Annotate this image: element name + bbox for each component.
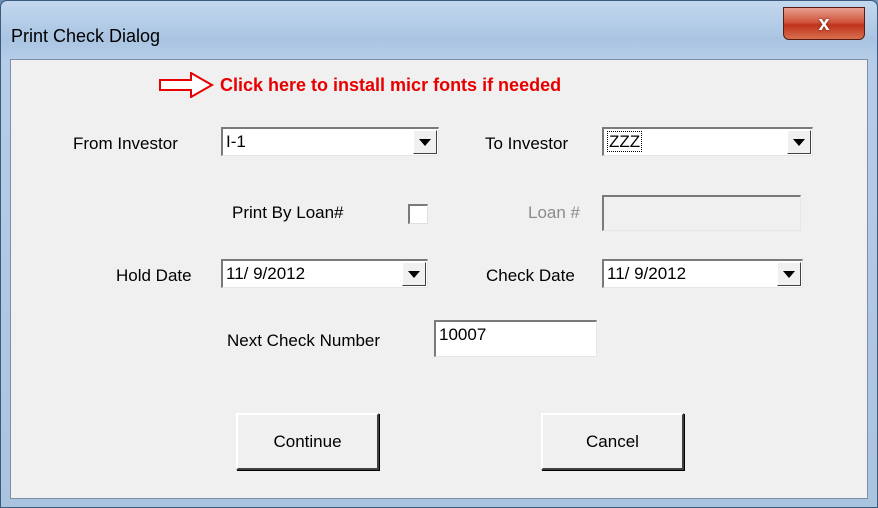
install-micr-fonts-link[interactable]: Click here to install micr fonts if need… [159, 72, 561, 98]
loan-number-label: Loan # [528, 203, 580, 222]
chevron-down-icon [793, 138, 805, 146]
arrow-right-outline-icon [159, 72, 214, 98]
check-date-picker[interactable]: 11/ 9/2012 [602, 259, 803, 288]
next-check-number-input[interactable]: 10007 [434, 320, 597, 357]
loan-number-input[interactable] [602, 195, 801, 231]
from-investor-label: From Investor [73, 134, 178, 153]
hold-date-dropdown-button[interactable] [402, 262, 426, 286]
close-icon: x [818, 12, 830, 35]
print-check-dialog-window: Print Check Dialog x Click here to insta… [0, 0, 878, 508]
hold-date-picker[interactable]: 11/ 9/2012 [221, 259, 428, 288]
window-title: Print Check Dialog [11, 26, 161, 46]
next-check-number-label: Next Check Number [227, 331, 381, 350]
from-investor-dropdown-button[interactable] [413, 130, 437, 154]
check-date-label: Check Date [486, 266, 575, 285]
to-investor-combo[interactable]: ZZZ [602, 127, 813, 156]
close-button[interactable]: x [783, 7, 865, 40]
check-date-value: 11/ 9/2012 [607, 264, 687, 283]
install-micr-fonts-text: Click here to install micr fonts if need… [220, 74, 562, 95]
print-by-loan-checkbox[interactable] [408, 204, 428, 224]
next-check-number-value: 10007 [439, 325, 487, 344]
print-by-loan-label: Print By Loan# [232, 203, 344, 222]
chevron-down-icon [783, 270, 795, 278]
from-investor-combo[interactable]: I-1 [221, 127, 439, 156]
hold-date-label: Hold Date [116, 266, 192, 285]
chevron-down-icon [419, 138, 431, 146]
to-investor-value: ZZZ [607, 131, 643, 152]
cancel-button[interactable]: Cancel [541, 413, 684, 470]
continue-button[interactable]: Continue [236, 413, 379, 470]
to-investor-dropdown-button[interactable] [787, 130, 811, 154]
chevron-down-icon [408, 270, 420, 278]
hold-date-value: 11/ 9/2012 [226, 264, 306, 283]
from-investor-value: I-1 [226, 132, 246, 151]
to-investor-label: To Investor [485, 134, 569, 153]
check-date-dropdown-button[interactable] [777, 262, 801, 286]
dialog-client-area: Click here to install micr fonts if need… [10, 59, 868, 499]
